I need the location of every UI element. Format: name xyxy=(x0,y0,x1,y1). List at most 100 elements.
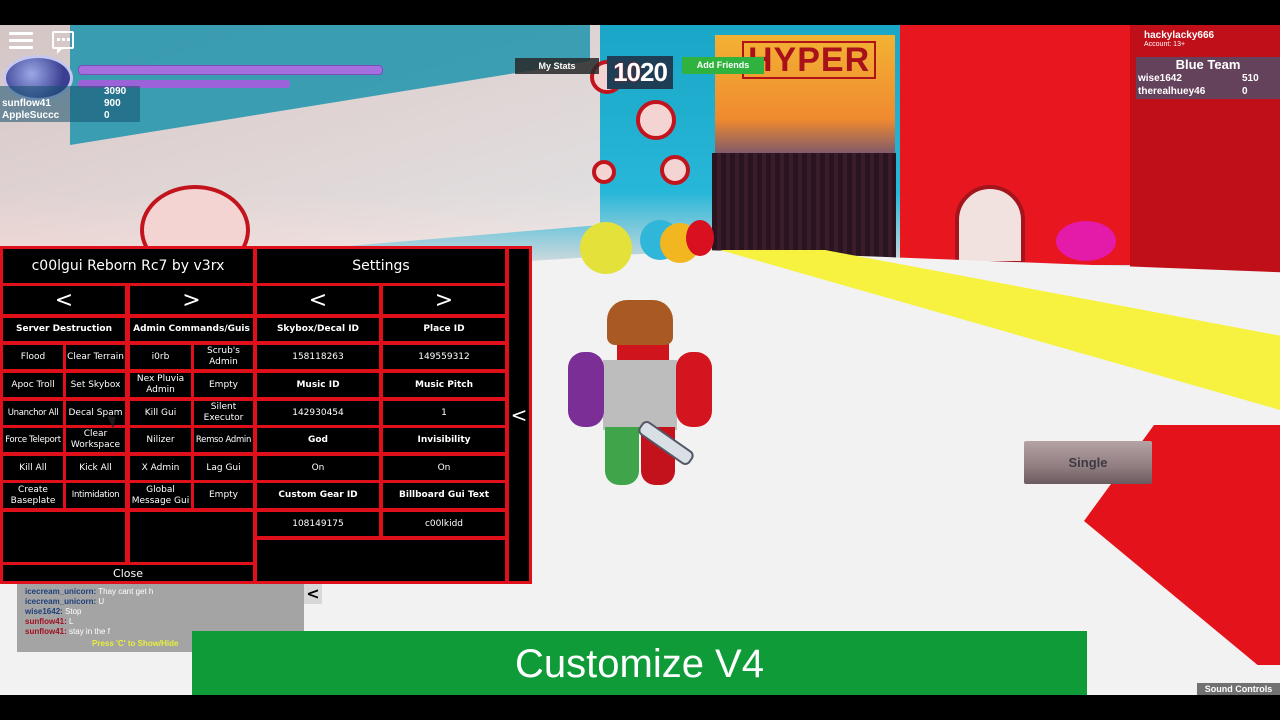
my-stats-button[interactable]: My Stats xyxy=(515,58,599,74)
avatar-left-leg xyxy=(605,427,639,485)
settings-title: Settings xyxy=(257,249,505,283)
chat-sender: sunflow41: xyxy=(25,627,67,636)
force-teleport-button[interactable]: Force Teleport xyxy=(3,428,63,452)
invisibility-toggle[interactable]: On xyxy=(383,456,505,480)
letterbox-top xyxy=(0,0,1280,25)
player-score: 0 xyxy=(1242,86,1248,97)
server-destruction-header: Server Destruction xyxy=(3,318,125,341)
flood-button[interactable]: Flood xyxy=(3,345,63,369)
chat-toggle-button[interactable]: < xyxy=(304,584,322,604)
set-skybox-button[interactable]: Set Skybox xyxy=(66,373,125,397)
avatar-hair xyxy=(607,300,673,345)
scene-decor xyxy=(660,155,690,185)
add-friends-button[interactable]: Add Friends xyxy=(682,57,764,74)
empty-button[interactable]: Empty xyxy=(194,483,253,508)
apoc-troll-button[interactable]: Apoc Troll xyxy=(3,373,63,397)
prev-page-button[interactable]: < xyxy=(3,286,125,314)
scene-curtain xyxy=(712,153,896,263)
nex-pluvia-admin-button[interactable]: Nex Pluvia Admin xyxy=(130,373,191,397)
global-message-gui-button[interactable]: Global Message Gui xyxy=(130,483,191,508)
clear-terrain-button[interactable]: Clear Terrain xyxy=(66,345,125,369)
setting-label: Skybox/Decal ID xyxy=(257,318,379,341)
clear-workspace-button[interactable]: Clear Workspace xyxy=(66,428,125,452)
player-avatar xyxy=(565,295,715,485)
silent-executor-button[interactable]: Silent Executor xyxy=(194,401,253,425)
skybox-decal-id-input[interactable]: 158118263 xyxy=(257,345,379,369)
chat-message: wise1642: Stop xyxy=(25,607,82,616)
chat-message: icecream_unicorn: U xyxy=(25,597,104,606)
customize-banner: Customize V4 xyxy=(192,631,1087,695)
player-name: wise1642 xyxy=(1138,73,1182,84)
remso-admin-button[interactable]: Remso Admin xyxy=(194,428,253,452)
player-score: 900 xyxy=(104,98,121,109)
player-name: therealhuey46 xyxy=(1138,86,1206,97)
timer-seconds: 20 xyxy=(640,57,668,87)
chat-text: U xyxy=(98,597,105,606)
setting-label: God xyxy=(257,428,379,452)
scene-door xyxy=(955,185,1025,265)
team-name[interactable]: Blue Team xyxy=(1136,57,1280,72)
kill-all-button[interactable]: Kill All xyxy=(3,456,63,480)
team-player-row[interactable]: wise1642 510 xyxy=(1138,73,1278,84)
music-id-input[interactable]: 142930454 xyxy=(257,401,379,425)
player-name: sunflow41 xyxy=(2,98,51,109)
lag-gui-button[interactable]: Lag Gui xyxy=(194,456,253,480)
chat-sender: icecream_unicorn: xyxy=(25,597,97,606)
chat-text: stay in the f xyxy=(69,627,110,636)
place-id-input[interactable]: 149559312 xyxy=(383,345,505,369)
chat-sender: icecream_unicorn: xyxy=(25,587,97,596)
scene-decor xyxy=(592,160,616,184)
team-player-row[interactable]: therealhuey46 0 xyxy=(1138,86,1278,97)
player-name: AppleSuccc xyxy=(2,110,60,121)
settings-next-button[interactable]: > xyxy=(383,286,505,314)
setting-label: Invisibility xyxy=(383,428,505,452)
sound-controls-button[interactable]: Sound Controls xyxy=(1197,683,1280,695)
avatar-left-arm xyxy=(568,352,604,427)
intimidation-button[interactable]: Intimidation xyxy=(66,483,125,508)
chat-text: L xyxy=(69,617,74,626)
round-timer: 1020 xyxy=(607,56,673,89)
settings-prev-button[interactable]: < xyxy=(257,286,379,314)
setting-label: Music Pitch xyxy=(383,373,505,397)
chat-sender: sunflow41: xyxy=(25,617,67,626)
kill-gui-button[interactable]: Kill Gui xyxy=(130,401,191,425)
custom-gear-id-input[interactable]: 108149175 xyxy=(257,512,379,536)
health-bar xyxy=(78,65,383,75)
single-button[interactable]: Single xyxy=(1024,441,1152,484)
gui-title: c00lgui Reborn Rc7 by v3rx xyxy=(3,249,253,283)
next-page-button[interactable]: > xyxy=(130,286,253,314)
setting-label: Billboard Gui Text xyxy=(383,483,505,508)
i0rb-button[interactable]: i0rb xyxy=(130,345,191,369)
collapse-gui-button[interactable]: < xyxy=(509,249,529,581)
account-age-label: Account: 13+ xyxy=(1144,41,1186,48)
account-username: hackylacky666 xyxy=(1144,30,1215,41)
scene-decor xyxy=(636,100,676,140)
close-button[interactable]: Close xyxy=(3,565,253,581)
scrubs-admin-button[interactable]: Scrub's Admin xyxy=(194,345,253,369)
billboard-gui-text-input[interactable]: c00lkidd xyxy=(383,512,505,536)
avatar-torso xyxy=(603,360,677,430)
unanchor-all-button[interactable]: Unanchor All xyxy=(3,401,63,425)
hamburger-menu-icon[interactable] xyxy=(9,32,33,50)
chat-bubble-icon[interactable] xyxy=(52,31,74,54)
chat-message: icecream_unicorn: Thay cant get h xyxy=(25,587,153,596)
god-toggle[interactable]: On xyxy=(257,456,379,480)
music-pitch-input[interactable]: 1 xyxy=(383,401,505,425)
chat-text: Stop xyxy=(65,607,82,616)
avatar-right-arm xyxy=(676,352,712,427)
timer-minutes: 10 xyxy=(613,57,641,87)
chat-hint: Press 'C' to Show/Hide xyxy=(92,639,179,648)
empty-button[interactable]: Empty xyxy=(194,373,253,397)
chat-message: sunflow41: stay in the f xyxy=(25,627,110,636)
balloon xyxy=(1056,221,1116,261)
player-score: 3090 xyxy=(104,86,127,97)
admin-commands-header: Admin Commands/Guis xyxy=(130,318,253,341)
setting-label: Custom Gear ID xyxy=(257,483,379,508)
create-baseplate-button[interactable]: Create Baseplate xyxy=(3,483,63,508)
balloon xyxy=(686,220,714,256)
nilizer-button[interactable]: Nilizer xyxy=(130,428,191,452)
x-admin-button[interactable]: X Admin xyxy=(130,456,191,480)
kick-all-button[interactable]: Kick All xyxy=(66,456,125,480)
setting-label: Place ID xyxy=(383,318,505,341)
player-score: 0 xyxy=(104,110,110,121)
